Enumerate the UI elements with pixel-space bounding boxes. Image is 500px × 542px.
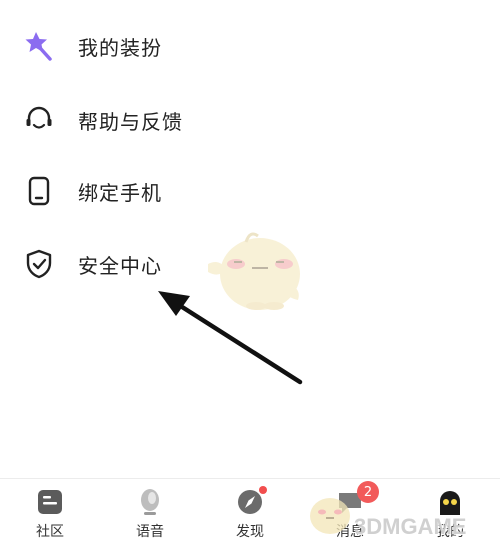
menu-item-bind-phone[interactable]: 绑定手机 bbox=[0, 161, 500, 221]
tab-label: 社区 bbox=[36, 524, 64, 540]
profile-avatar-icon bbox=[435, 487, 465, 517]
tab-me[interactable]: 我的 bbox=[400, 479, 500, 542]
phone-icon bbox=[22, 174, 56, 208]
magic-wand-star-icon bbox=[22, 29, 56, 63]
menu-item-help-feedback[interactable]: 帮助与反馈 bbox=[0, 90, 500, 150]
menu-item-label: 安全中心 bbox=[78, 253, 162, 278]
notification-dot bbox=[259, 486, 267, 494]
tab-label: 发现 bbox=[236, 524, 264, 540]
headset-icon bbox=[22, 103, 56, 137]
tab-label: 消息 bbox=[336, 524, 364, 540]
menu-item-label: 我的装扮 bbox=[78, 35, 162, 60]
unread-badge: 2 bbox=[357, 481, 379, 503]
tab-label: 语音 bbox=[136, 524, 164, 540]
tab-discover[interactable]: 发现 bbox=[200, 479, 300, 542]
menu-item-label: 帮助与反馈 bbox=[78, 109, 183, 134]
tab-voice[interactable]: 语音 bbox=[100, 479, 200, 542]
mascot-watermark-icon bbox=[208, 232, 300, 310]
message-icon: 2 bbox=[335, 481, 379, 517]
voice-icon bbox=[135, 487, 165, 517]
menu-item-label: 绑定手机 bbox=[78, 180, 162, 205]
compass-icon bbox=[235, 486, 267, 517]
community-icon bbox=[35, 487, 65, 517]
tab-messages[interactable]: 2 消息 bbox=[300, 479, 400, 542]
tab-community[interactable]: 社区 bbox=[0, 479, 100, 542]
menu-item-my-outfit[interactable]: 我的装扮 bbox=[0, 16, 500, 76]
tab-label: 我的 bbox=[436, 524, 464, 540]
shield-check-icon bbox=[22, 247, 56, 281]
bottom-tab-bar: 社区 语音 发现 2 消息 我的 bbox=[0, 478, 500, 542]
